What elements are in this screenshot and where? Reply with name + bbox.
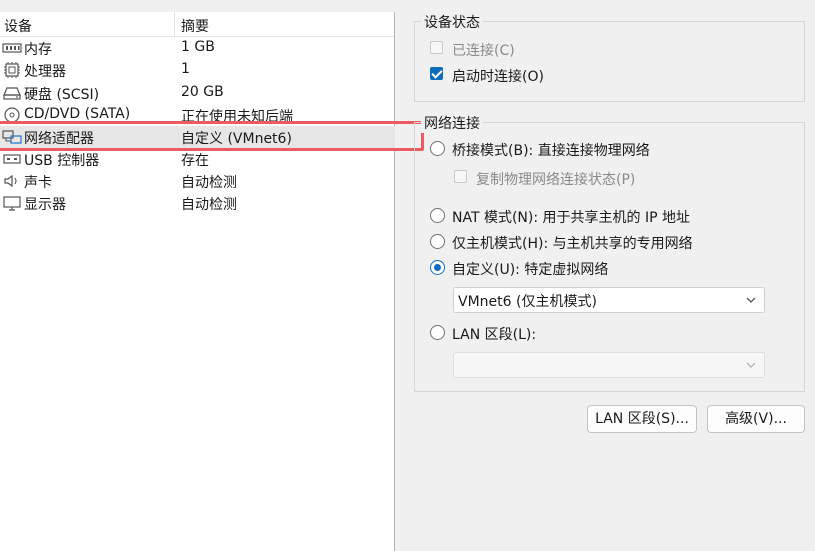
radio-circle[interactable] [430,325,445,340]
advanced-button[interactable]: 高级(V)... [707,405,805,433]
device-summary: 存在 [181,153,209,169]
chevron-down-icon [746,297,756,303]
column-divider[interactable] [174,12,175,36]
device-row-cpu[interactable]: 处理器 1 [0,59,395,81]
hard-disk-icon [3,87,21,100]
device-summary: 自动检测 [181,175,237,191]
radio-circle[interactable] [430,141,445,156]
device-row-display[interactable]: 显示器 自动检测 [0,192,395,214]
connect-on-start-label: 启动时连接(O) [452,69,544,85]
device-name: 声卡 [24,175,52,191]
device-row-sound-card[interactable]: 声卡 自动检测 [0,170,395,192]
device-row-hard-disk[interactable]: 硬盘 (SCSI) 20 GB [0,82,395,104]
custom-mode-label: 自定义(U): 特定虚拟网络 [452,262,609,278]
device-name: 处理器 [24,64,66,80]
device-row-memory[interactable]: 内存 1 GB [0,37,395,59]
host-only-mode-label: 仅主机模式(H): 与主机共享的专用网络 [452,236,693,252]
radio-circle[interactable] [430,260,445,275]
bridged-mode-label: 桥接模式(B): 直接连接物理网络 [452,143,650,159]
checkbox-box[interactable] [454,170,467,183]
nat-mode-label: NAT 模式(N): 用于共享主机的 IP 地址 [452,210,690,226]
device-name: 内存 [24,42,52,58]
chevron-down-icon [746,362,756,368]
device-summary: 自动检测 [181,197,237,213]
device-row-usb-controller[interactable]: USB 控制器 存在 [0,148,395,170]
device-name: CD/DVD (SATA) [24,106,131,122]
column-header-device[interactable]: 设备 [4,16,32,36]
replicate-state-label: 复制物理网络连接状态(P) [476,172,636,188]
device-list-header: 设备 摘要 [0,12,394,37]
device-name: 硬盘 (SCSI) [24,87,100,103]
device-status-title: 设备状态 [421,12,483,32]
cpu-icon [4,62,20,78]
device-summary: 1 [181,61,190,77]
custom-network-value: VMnet6 (仅主机模式) [458,294,597,310]
lan-segment-label: LAN 区段(L): [452,327,537,343]
connected-label: 已连接(C) [452,43,515,59]
lan-segments-button[interactable]: LAN 区段(S)... [587,405,697,433]
speaker-icon [4,174,17,188]
device-name: USB 控制器 [24,153,100,169]
lan-segment-select[interactable] [453,352,765,378]
checkbox-box[interactable] [430,67,443,80]
device-status-group [414,21,805,102]
device-summary: 1 GB [181,39,215,55]
custom-network-select[interactable]: VMnet6 (仅主机模式) [453,287,765,313]
network-connection-title: 网络连接 [421,113,483,133]
device-summary: 20 GB [181,84,224,100]
monitor-icon [3,196,21,211]
device-list-panel: 设备 摘要 内存 1 GB 处理器 1 硬盘 (SCSI) 20 GB CD/D… [0,12,395,551]
usb-icon [3,154,21,164]
radio-circle[interactable] [430,234,445,249]
column-header-summary[interactable]: 摘要 [181,16,209,36]
device-name: 显示器 [24,197,66,213]
checkbox-box[interactable] [430,41,443,54]
radio-circle[interactable] [430,208,445,223]
selection-highlight-box [0,121,424,151]
memory-icon [2,43,22,53]
